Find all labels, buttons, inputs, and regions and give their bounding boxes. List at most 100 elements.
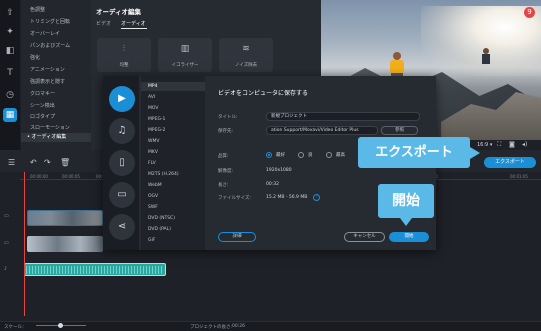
snapshot-icon[interactable]: ◙: [509, 141, 515, 148]
timeline-export-button[interactable]: エクスポート: [484, 157, 536, 168]
filters-icon[interactable]: ◧: [3, 44, 17, 58]
ruler-tick: 00:00:00: [30, 174, 48, 179]
format-item[interactable]: GIF: [148, 238, 155, 243]
project-length-label: プロジェクトの長さ:: [190, 325, 233, 330]
format-item[interactable]: MPEG-2: [148, 128, 165, 133]
format-item[interactable]: OGV: [148, 194, 158, 199]
format-item[interactable]: MKV: [148, 150, 158, 155]
panel-title: オーディオ編集: [96, 8, 142, 16]
text-icon[interactable]: T: [3, 66, 17, 80]
effect-item[interactable]: トリミングと回転: [30, 18, 70, 25]
fullscreen-icon[interactable]: ⛶: [497, 141, 501, 149]
left-toolbar: ⇧ ✦ ◧ T ◷ ▦: [0, 0, 20, 150]
slider-knob[interactable]: [58, 323, 63, 328]
format-item[interactable]: AVI: [148, 95, 155, 100]
effect-item[interactable]: アニメーション: [30, 66, 65, 73]
notification-badge[interactable]: 9: [524, 7, 535, 18]
filesize-value: 15.2 MB - 56.9 MB: [266, 195, 308, 200]
noise-removal-icon: ≋: [242, 44, 250, 54]
format-item[interactable]: M2TS (H.264): [148, 172, 179, 177]
length-value: 00:32: [266, 182, 279, 187]
effect-item[interactable]: ロゴタイプ: [30, 113, 55, 120]
share-icon[interactable]: ⋖: [109, 214, 135, 240]
format-item[interactable]: MOV: [148, 106, 158, 111]
ruler-tick: 00:00:05: [62, 174, 80, 179]
volume-icon[interactable]: ◂): [522, 141, 527, 148]
audio-format-icon[interactable]: ♫: [109, 118, 135, 144]
start-callout: 開始: [378, 184, 434, 226]
format-item[interactable]: FLV: [148, 161, 156, 166]
noise-removal-button[interactable]: ≋ ノイズ除去: [219, 38, 273, 72]
dialog-title: ビデオをコンピュータに保存する: [218, 90, 309, 97]
more-tools-icon[interactable]: ▦: [3, 108, 17, 122]
selected-bullet: •: [27, 134, 30, 140]
quality-radio[interactable]: [298, 152, 304, 158]
effect-item[interactable]: オーバーレイ: [30, 30, 60, 37]
quality-option-label: 最好: [276, 153, 285, 158]
format-item[interactable]: MPEG-1: [148, 117, 165, 122]
effect-item[interactable]: 強化: [30, 54, 40, 61]
audio-waveform: [26, 266, 164, 274]
tab-audio[interactable]: オーディオ: [121, 20, 146, 27]
quality-option-label: 良: [308, 153, 313, 158]
length-label: 長さ:: [218, 183, 229, 188]
history-icon[interactable]: ◷: [3, 88, 17, 102]
tab-video[interactable]: ビデオ: [96, 20, 111, 27]
quality-option-label: 最高: [336, 153, 345, 158]
title-label: タイトル:: [218, 115, 238, 120]
start-button[interactable]: 開始: [389, 232, 429, 242]
browse-button[interactable]: 参照: [381, 126, 418, 135]
video-clip[interactable]: [27, 210, 103, 226]
effect-item[interactable]: 強調表示と隠す: [30, 78, 65, 85]
save-path-select[interactable]: ation Support/Movavi/Video Editor Plus: [266, 126, 378, 135]
format-item[interactable]: WebM: [148, 183, 162, 188]
title-input[interactable]: 新規プロジェクト: [266, 112, 420, 121]
audio-track-icon: ♪: [4, 266, 8, 272]
effect-item[interactable]: パンおよびズーム: [30, 42, 70, 49]
delete-icon[interactable]: 🗑: [60, 158, 70, 167]
undo-icon[interactable]: ↶: [30, 158, 37, 167]
equalizer-icon: ⫶: [122, 44, 126, 54]
effect-item[interactable]: クロマキー: [30, 90, 55, 97]
format-item[interactable]: DVD (NTSC): [148, 216, 175, 221]
video-track-icon: ▭: [4, 240, 9, 246]
playhead[interactable]: [24, 172, 25, 316]
filesize-label: ファイルサイズ:: [218, 196, 251, 201]
video-clip[interactable]: [27, 236, 103, 252]
zoom-slider[interactable]: [36, 323, 86, 328]
quality-label: 品質:: [218, 154, 229, 159]
cancel-button[interactable]: キャンセル: [344, 232, 385, 242]
preview-sunlight: [421, 6, 541, 76]
redo-icon[interactable]: ↷: [44, 158, 51, 167]
tracks-icon[interactable]: ☰: [8, 158, 15, 167]
effect-item[interactable]: シーン検出: [30, 102, 55, 109]
quality-radio[interactable]: [266, 152, 272, 158]
format-item[interactable]: SWF: [148, 205, 158, 210]
ruler-tick: 00:01:05: [510, 174, 528, 179]
effect-item[interactable]: 色調整: [30, 6, 45, 13]
effect-item-audio-edit[interactable]: • オーディオ編集: [21, 133, 91, 142]
details-button[interactable]: 詳細: [218, 232, 256, 242]
effects-list: 色調整 トリミングと回転 オーバーレイ パンおよびズーム 強化 アニメーション …: [21, 0, 91, 150]
tv-icon[interactable]: ▭: [109, 182, 135, 208]
effect-item-label: オーディオ編集: [31, 134, 67, 140]
scale-label: スケール：: [4, 325, 27, 330]
device-icon[interactable]: ▯: [109, 150, 135, 176]
format-item[interactable]: DVD (PAL): [148, 227, 171, 232]
video-format-icon[interactable]: ▶: [109, 86, 135, 112]
video-track-icon: ▭: [4, 213, 9, 219]
active-tab-indicator: [121, 28, 147, 29]
normalize-button[interactable]: ⫶ 均整: [97, 38, 151, 72]
import-icon[interactable]: ⇧: [3, 6, 17, 20]
format-item[interactable]: WMV: [148, 139, 159, 144]
quality-radio[interactable]: [326, 152, 332, 158]
help-icon[interactable]: ?: [313, 194, 320, 201]
equalizer-button[interactable]: ▥ イコライザー: [158, 38, 212, 72]
resolution-value: 1920x1080: [266, 168, 292, 173]
format-item[interactable]: MP4: [148, 84, 157, 89]
resolution-label: 解像度:: [218, 169, 234, 174]
effect-item[interactable]: スローモーション: [30, 124, 70, 131]
magic-icon[interactable]: ✦: [3, 25, 17, 39]
button-label: イコライザー: [171, 63, 199, 68]
export-callout: エクスポート: [358, 137, 480, 168]
